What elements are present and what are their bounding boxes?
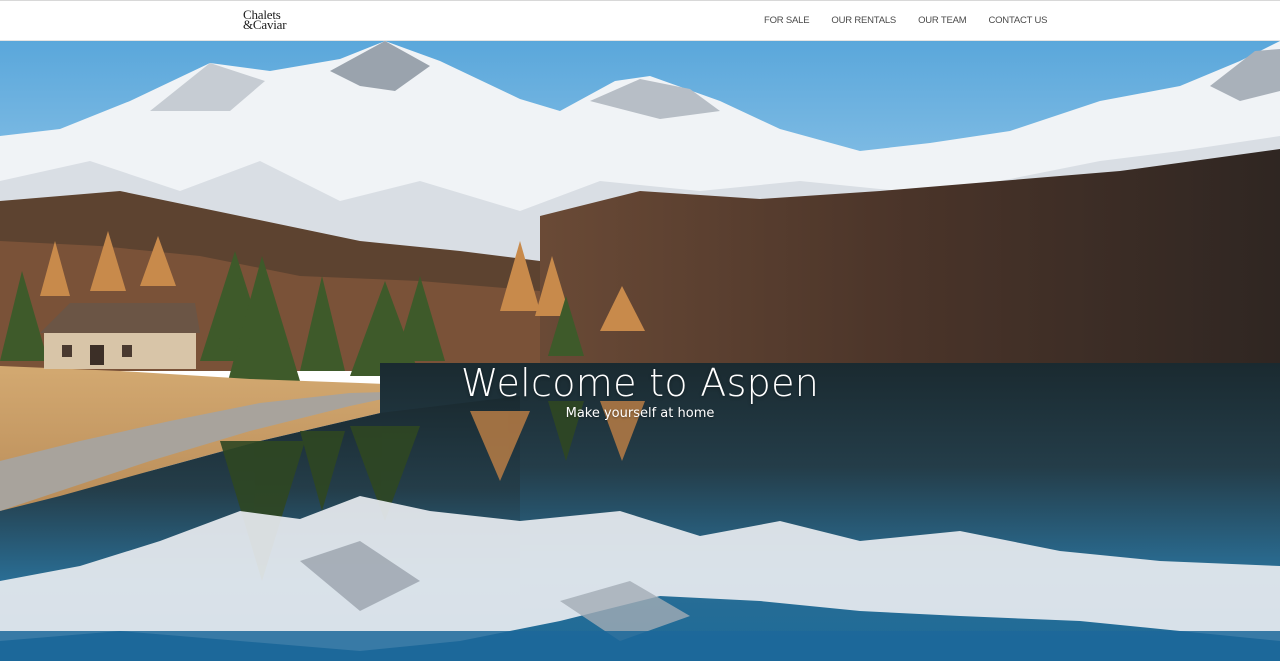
site-logo[interactable]: Chalets &Caviar (243, 8, 303, 32)
nav-our-rentals[interactable]: OUR RENTALS (831, 15, 896, 26)
logo-line-2: &Caviar (243, 17, 287, 32)
nav-contact-us[interactable]: CONTACT US (988, 15, 1047, 26)
main-nav: FOR SALE OUR RENTALS OUR TEAM CONTACT US (764, 15, 1048, 26)
navbar: Chalets &Caviar FOR SALE OUR RENTALS OUR… (0, 1, 1280, 41)
hero-subtitle: Make yourself at home (565, 406, 715, 421)
nav-for-sale[interactable]: FOR SALE (764, 15, 810, 26)
nav-our-team[interactable]: OUR TEAM (918, 15, 967, 26)
hero-title: Welcome to Aspen (460, 361, 820, 406)
hero-section: Welcome to Aspen Make yourself at home (0, 41, 1280, 661)
hero-landscape-image (0, 41, 1280, 661)
